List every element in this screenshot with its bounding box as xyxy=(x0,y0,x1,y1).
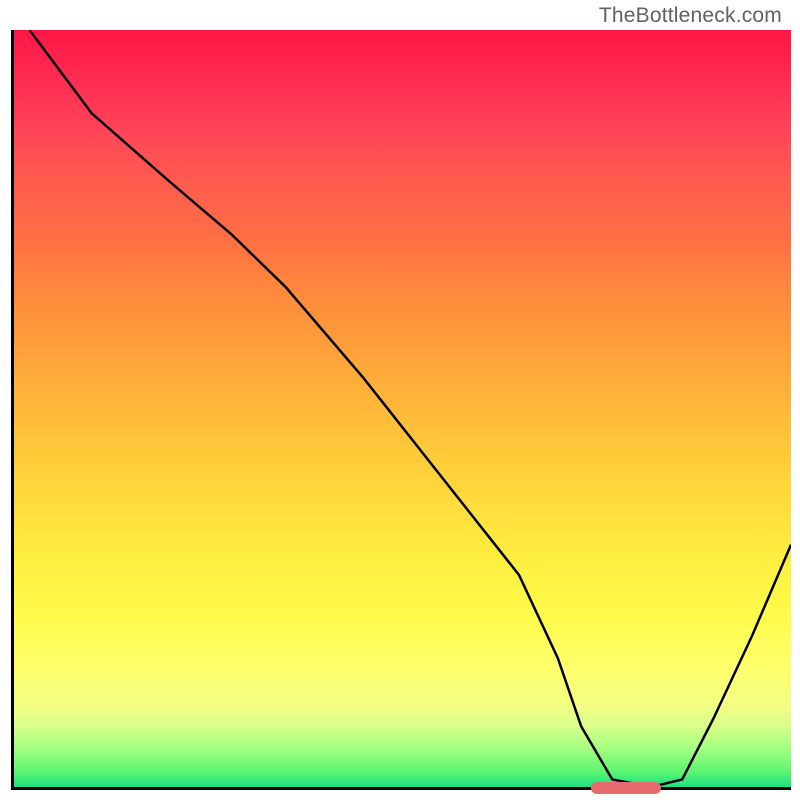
watermark-text: TheBottleneck.com xyxy=(599,4,782,28)
optimal-range-marker xyxy=(591,782,661,794)
bottleneck-curve xyxy=(30,30,791,787)
chart-plot-area xyxy=(11,30,791,790)
curve-svg xyxy=(14,30,791,787)
